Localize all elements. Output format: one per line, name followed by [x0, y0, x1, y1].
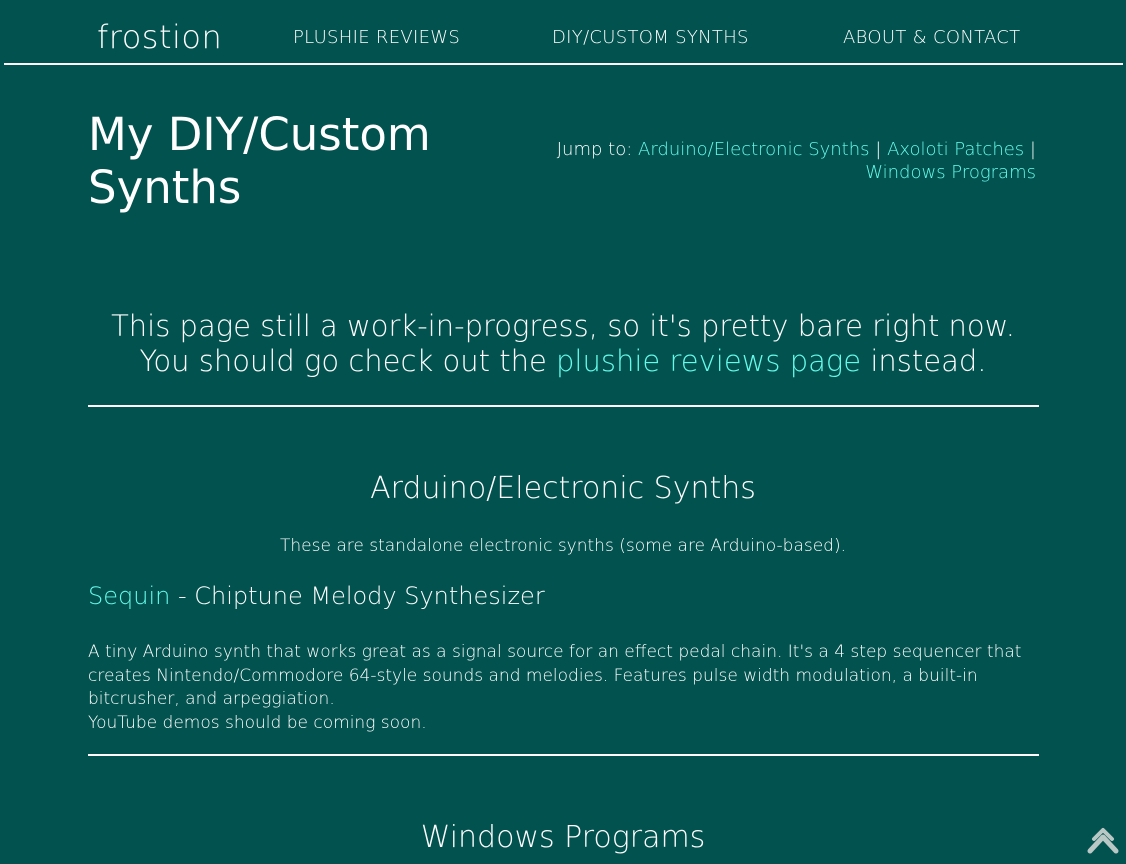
- item-subtitle: - Chiptune Melody Synthesizer: [177, 582, 545, 610]
- section-description: These are standalone electronic synths (…: [279, 536, 847, 556]
- chevron-up-icon: [1087, 828, 1119, 854]
- notice-text-before: You should go check out the: [139, 344, 547, 378]
- section-heading-arduino-synths: Arduino/Electronic Synths: [370, 471, 756, 506]
- top-navbar: frostion PLUSHIE REVIEWS DIY/CUSTOM SYNT…: [4, 0, 1123, 65]
- nav-diy-custom-synths[interactable]: DIY/CUSTOM SYNTHS: [552, 27, 749, 48]
- notice-line-1: This page still a work-in-progress, so i…: [111, 309, 1015, 343]
- item-note-text: YouTube demos should be coming soon.: [88, 712, 427, 733]
- plushie-reviews-link[interactable]: plushie reviews page: [556, 344, 861, 378]
- item-body-text: A tiny Arduino synth that works great as…: [88, 642, 1022, 709]
- jump-separator: |: [1029, 139, 1036, 160]
- jump-separator: |: [875, 139, 882, 160]
- section-heading-windows-programs: Windows Programs: [420, 820, 706, 855]
- item-description: A tiny Arduino synth that works great as…: [88, 641, 1028, 735]
- section-divider: [88, 405, 1039, 407]
- notice-line-2: You should go check out the plushie revi…: [88, 344, 1038, 379]
- jump-link-arduino-synths[interactable]: Arduino/Electronic Synths: [638, 139, 870, 160]
- jump-link-windows-programs[interactable]: Windows Programs: [865, 162, 1036, 183]
- nav-plushie-reviews[interactable]: PLUSHIE REVIEWS: [293, 27, 460, 48]
- section-divider: [88, 754, 1039, 756]
- scroll-to-top-button[interactable]: [1086, 826, 1120, 856]
- jump-to-links: Jump to: Arduino/Electronic Synths | Axo…: [536, 138, 1036, 184]
- item-title-sequin: Sequin - Chiptune Melody Synthesizer: [88, 582, 545, 610]
- page-title: My DIY/Custom Synths: [88, 108, 431, 214]
- notice-text-after: instead.: [870, 344, 987, 378]
- jump-link-axoloti-patches[interactable]: Axoloti Patches: [887, 139, 1024, 160]
- sequin-link[interactable]: Sequin: [88, 582, 170, 610]
- wip-notice: This page still a work-in-progress, so i…: [88, 309, 1038, 379]
- site-logo[interactable]: frostion: [97, 18, 222, 56]
- nav-about-contact[interactable]: ABOUT & CONTACT: [843, 27, 1020, 48]
- jump-to-label: Jump to:: [556, 139, 633, 160]
